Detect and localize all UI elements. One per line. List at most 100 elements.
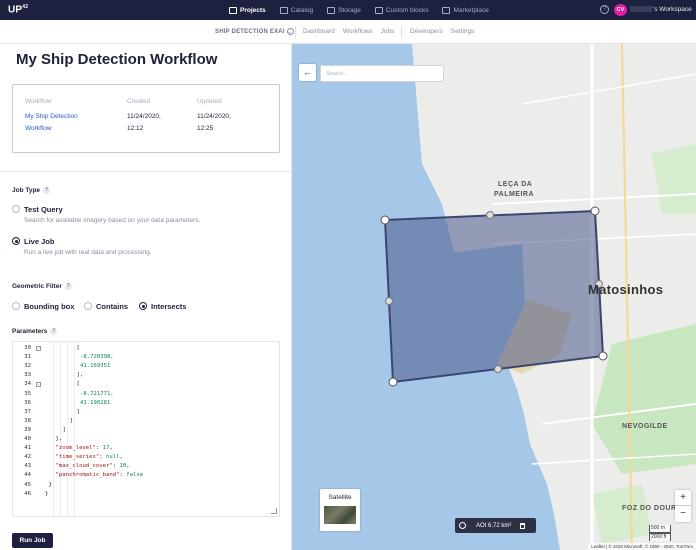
- nav-custom-blocks[interactable]: Custom blocks: [374, 6, 428, 14]
- line-number: 32: [24, 363, 31, 370]
- line-number: 41: [24, 445, 31, 452]
- zoom-out-button[interactable]: −: [675, 506, 691, 522]
- link-workflows[interactable]: Workflows: [343, 28, 373, 35]
- run-job-button[interactable]: Run Job: [12, 533, 53, 548]
- line-number: 39: [24, 426, 31, 433]
- fold-toggle-icon[interactable]: -: [36, 382, 41, 388]
- code-line: 34- [: [13, 381, 275, 390]
- map-view[interactable]: LEÇA DA PALMEIRA Matosinhos NEVOGILDE FO…: [292, 44, 696, 550]
- link-dashboard[interactable]: Dashboard: [303, 28, 335, 35]
- radio-bounding-box[interactable]: [12, 302, 20, 310]
- help-icon[interactable]: ?: [43, 187, 51, 194]
- code-line: 37]: [13, 409, 275, 418]
- line-number: 43: [24, 463, 31, 470]
- code-text: ]: [62, 426, 66, 433]
- radio-live-job[interactable]: [12, 237, 20, 245]
- page-title: My Ship Detection Workflow: [16, 51, 218, 68]
- map-canvas: [380, 44, 696, 550]
- map-label: FOZ DO DOURO: [622, 505, 683, 512]
- target-icon[interactable]: [459, 522, 466, 529]
- code-line: 32 41.169351: [13, 363, 275, 372]
- redacted-name: [630, 6, 652, 13]
- scale-metric: 500 m: [649, 525, 671, 533]
- help-icon[interactable]: ?: [50, 328, 58, 335]
- map-label: LEÇA DA: [498, 181, 533, 188]
- resize-handle[interactable]: [271, 508, 277, 514]
- code-line: 40},: [13, 436, 275, 445]
- nav-projects[interactable]: Projects: [229, 6, 266, 14]
- workspace-switcher[interactable]: 's Workspace: [630, 6, 692, 13]
- code-line: 42 "time_series": null,: [13, 454, 275, 463]
- help-icon[interactable]: ?: [600, 5, 609, 14]
- avatar[interactable]: CV: [614, 4, 627, 16]
- created-column: Created 11/24/2020, 12:12: [127, 98, 161, 135]
- top-navbar: UP42 Projects Catalog Storage Custom blo…: [0, 0, 696, 20]
- back-arrow-icon[interactable]: ←: [299, 64, 316, 81]
- nav-catalog[interactable]: Catalog: [279, 6, 313, 14]
- geometric-filter-label: Geometric Filter?: [12, 283, 72, 291]
- nav-storage[interactable]: Storage: [327, 6, 361, 14]
- job-type-label: Job Type?: [12, 187, 51, 195]
- workflow-link[interactable]: My Ship Detection Workflow: [25, 111, 78, 135]
- filter-option-label[interactable]: Bounding box: [24, 302, 74, 311]
- code-line: 45}: [13, 482, 275, 491]
- aoi-info-bar: AOI 6.72 km²: [455, 518, 536, 533]
- map-label: Matosinhos: [588, 282, 664, 297]
- map-label: PALMEIRA: [494, 191, 535, 198]
- link-developers[interactable]: Developers: [410, 28, 443, 35]
- link-settings[interactable]: Settings: [451, 28, 475, 35]
- workflow-info-card: Workflow My Ship Detection Workflow Creat…: [12, 84, 280, 153]
- map-search-input[interactable]: Search...: [320, 65, 444, 82]
- line-number: 38: [24, 417, 31, 424]
- storage-icon: [327, 6, 336, 14]
- nav-marketplace[interactable]: Marketplace: [442, 6, 489, 14]
- option-title[interactable]: Test Query: [24, 205, 63, 214]
- code-text: -8.721771,: [80, 390, 114, 397]
- satellite-layer-toggle[interactable]: Satellite: [320, 489, 360, 531]
- line-number: 42: [24, 454, 31, 461]
- updated-value: 11/24/2020, 12:25: [197, 113, 231, 132]
- workflow-label: Workflow: [25, 98, 52, 105]
- option-title[interactable]: Live Job: [24, 237, 54, 246]
- code-text: }: [48, 481, 52, 488]
- line-number: 34: [24, 381, 31, 388]
- zoom-control: + −: [675, 490, 691, 522]
- code-text: "zoom_level": 17,: [55, 445, 113, 452]
- map-attribution[interactable]: Leaflet | © 2020 Microsoft, © 1990 - 202…: [588, 543, 696, 550]
- divider: [401, 26, 402, 38]
- link-jobs[interactable]: Jobs: [381, 28, 395, 35]
- radio-test-query[interactable]: [12, 205, 20, 213]
- created-value: 11/24/2020, 12:12: [127, 113, 161, 132]
- code-text: ]: [69, 417, 73, 424]
- satellite-thumbnail: [324, 506, 356, 524]
- filter-option-label[interactable]: Contains: [96, 302, 128, 311]
- created-label: Created: [127, 98, 151, 105]
- code-line: 33],: [13, 372, 275, 381]
- line-number: 40: [24, 436, 31, 442]
- project-links-secondary: Developers Settings: [410, 28, 474, 35]
- scale-bar: 500 m 2000 ft: [649, 525, 671, 541]
- map-label: NEVOGILDE: [622, 423, 668, 430]
- aoi-area-label: AOI 6.72 km²: [476, 522, 512, 529]
- help-icon[interactable]: ?: [64, 283, 72, 290]
- fold-toggle-icon[interactable]: -: [36, 346, 41, 351]
- app-logo[interactable]: UP42: [8, 4, 28, 15]
- project-links: Dashboard Workflows Jobs: [303, 28, 394, 35]
- main-nav: Projects Catalog Storage Custom blocks M…: [229, 0, 489, 20]
- project-selector[interactable]: SHIP DETECTION EXAI ⌄: [215, 28, 294, 35]
- blocks-icon: [374, 6, 383, 14]
- radio-contains[interactable]: [84, 302, 92, 310]
- code-line: 36 41.190281: [13, 400, 275, 409]
- parameters-label: Parameters?: [12, 328, 58, 336]
- code-text: 41.190281: [80, 399, 111, 406]
- filter-option-label[interactable]: Intersects: [151, 302, 186, 311]
- parameters-code-editor[interactable]: 30-[31 -8.720398, 32 41.169351 33], 34-[35 -8.…: [12, 341, 280, 517]
- zoom-in-button[interactable]: +: [675, 490, 691, 506]
- line-number: 46: [24, 490, 31, 497]
- trash-icon[interactable]: [520, 522, 526, 529]
- workflow-column: Workflow My Ship Detection Workflow: [25, 98, 78, 135]
- updated-column: Updated 11/24/2020, 12:25: [197, 98, 231, 135]
- code-line: 35 -8.721771,: [13, 391, 275, 400]
- radio-intersects[interactable]: [139, 302, 147, 310]
- divider: [295, 26, 296, 38]
